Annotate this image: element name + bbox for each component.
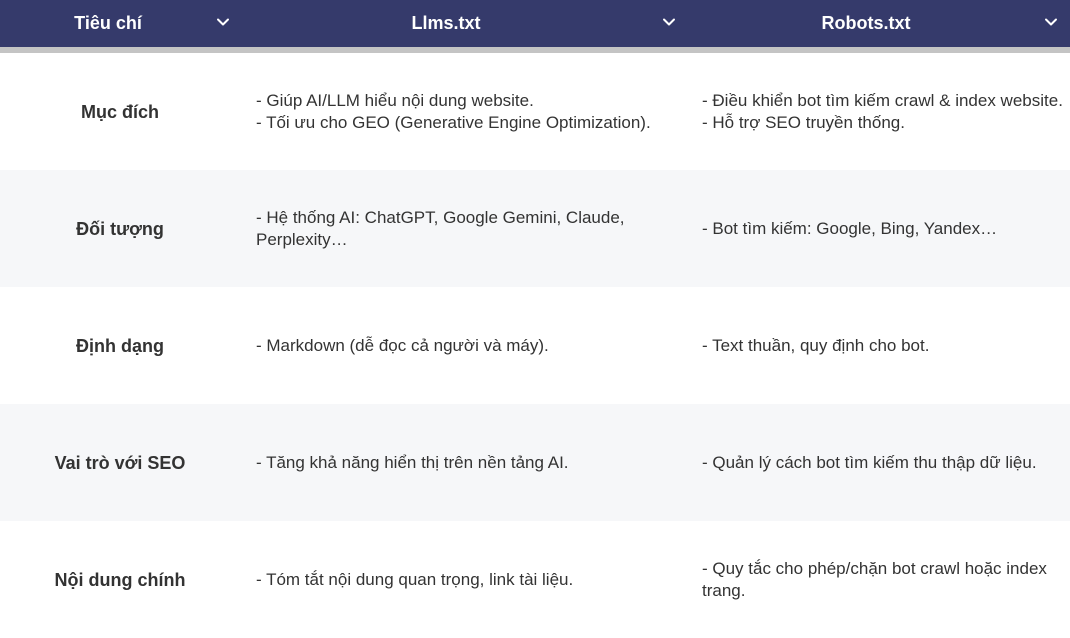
llms-cell: - Tăng khả năng hiển thị trên nền tảng A… <box>246 404 692 521</box>
robots-cell: - Quản lý cách bot tìm kiếm thu thập dữ … <box>692 404 1070 521</box>
chevron-down-icon[interactable] <box>662 15 676 29</box>
table-header: Tiêu chí Llms.txt Robots.txt <box>0 0 1070 53</box>
cell-line: - Bot tìm kiếm: Google, Bing, Yandex… <box>702 218 998 238</box>
chevron-down-icon[interactable] <box>1044 15 1058 29</box>
criterion-cell: Nội dung chính <box>54 569 186 590</box>
robots-cell: - Text thuần, quy định cho bot. <box>692 287 1070 404</box>
cell-line: - Hỗ trợ SEO truyền thống. <box>702 112 905 132</box>
cell-line: - Tóm tắt nội dung quan trọng, link tài … <box>256 569 574 589</box>
cell-line: - Tăng khả năng hiển thị trên nền tảng A… <box>256 452 569 472</box>
column-header-criteria[interactable]: Tiêu chí <box>0 0 246 47</box>
criterion-cell: Định dạng <box>76 335 164 356</box>
column-header-label: Llms.txt <box>411 13 481 33</box>
cell-line: - Quy tắc cho phép/chặn bot crawl hoặc i… <box>702 558 1047 600</box>
chevron-down-icon[interactable] <box>216 15 230 29</box>
criterion-cell: Vai trò với SEO <box>54 452 186 473</box>
llms-cell: - Hệ thống AI: ChatGPT, Google Gemini, C… <box>246 170 692 287</box>
cell-line: - Hệ thống AI: ChatGPT, Google Gemini, C… <box>256 207 625 249</box>
cell-line: - Quản lý cách bot tìm kiếm thu thập dữ … <box>702 452 1037 472</box>
llms-cell: - Giúp AI/LLM hiểu nội dung website. - T… <box>246 53 692 170</box>
cell-line: - Text thuần, quy định cho bot. <box>702 335 930 355</box>
table-row: Nội dung chính - Tóm tắt nội dung quan t… <box>0 521 1070 638</box>
column-header-label: Tiêu chí <box>74 13 142 33</box>
column-header-label: Robots.txt <box>821 13 911 33</box>
column-header-llms[interactable]: Llms.txt <box>246 0 692 47</box>
column-header-robots[interactable]: Robots.txt <box>692 0 1070 47</box>
table-body: Mục đích - Giúp AI/LLM hiểu nội dung web… <box>0 53 1070 638</box>
cell-line: - Giúp AI/LLM hiểu nội dung website. <box>256 90 534 110</box>
comparison-table: Tiêu chí Llms.txt Robots.txt Mục đích - … <box>0 0 1070 638</box>
criterion-cell: Đối tượng <box>76 218 164 239</box>
table-row: Đối tượng - Hệ thống AI: ChatGPT, Google… <box>0 170 1070 287</box>
cell-line: - Điều khiển bot tìm kiếm crawl & index … <box>702 90 1063 110</box>
robots-cell: - Quy tắc cho phép/chặn bot crawl hoặc i… <box>692 521 1070 638</box>
llms-cell: - Tóm tắt nội dung quan trọng, link tài … <box>246 521 692 638</box>
cell-line: - Tối ưu cho GEO (Generative Engine Opti… <box>256 112 651 132</box>
robots-cell: - Bot tìm kiếm: Google, Bing, Yandex… <box>692 170 1070 287</box>
table-row: Mục đích - Giúp AI/LLM hiểu nội dung web… <box>0 53 1070 170</box>
llms-cell: - Markdown (dễ đọc cả người và máy). <box>246 287 692 404</box>
criterion-cell: Mục đích <box>80 101 159 122</box>
table-row: Vai trò với SEO - Tăng khả năng hiển thị… <box>0 404 1070 521</box>
table-row: Định dạng - Markdown (dễ đọc cả người và… <box>0 287 1070 404</box>
cell-line: - Markdown (dễ đọc cả người và máy). <box>256 335 549 355</box>
robots-cell: - Điều khiển bot tìm kiếm crawl & index … <box>692 53 1070 170</box>
